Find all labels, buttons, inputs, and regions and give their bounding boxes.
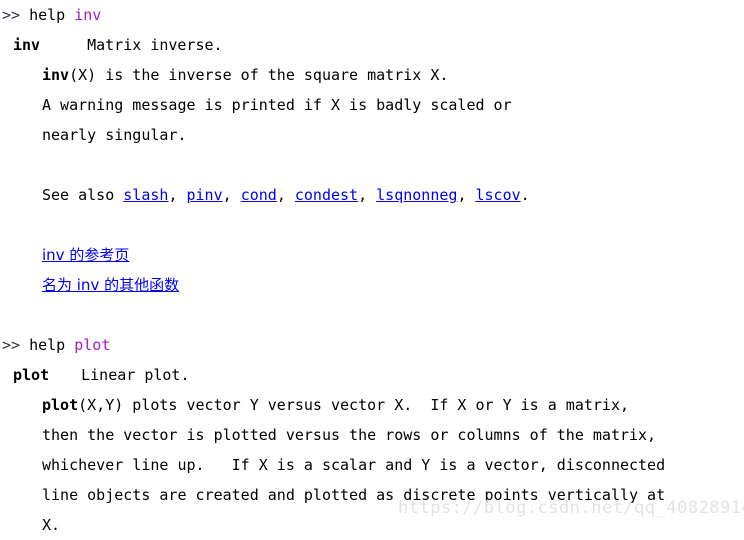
- see-also-link-cond[interactable]: cond: [241, 186, 277, 204]
- matlab-help-console: >> help inv inv Matrix inverse. inv(X) is…: [0, 0, 744, 537]
- function-summary: Linear plot.: [81, 366, 190, 384]
- see-also-link-lsqnonneg[interactable]: lsqnonneg: [376, 186, 457, 204]
- see-also-separator: ,: [222, 186, 241, 204]
- see-also-line: See also slash, pinv, cond, condest, lsq…: [0, 180, 744, 210]
- see-also-terminator: .: [520, 186, 530, 204]
- help-body-text: (X,Y) plots vector Y versus vector X. If…: [78, 396, 630, 414]
- help-body-text: nearly singular.: [42, 126, 187, 144]
- see-also-link-pinv[interactable]: pinv: [187, 186, 223, 204]
- function-heading-plot: plot Linear plot.: [0, 360, 744, 390]
- help-body-text: A warning message is printed if X is bad…: [42, 96, 512, 114]
- doc-other-functions-link[interactable]: 名为 inv 的其他函数: [42, 276, 179, 294]
- help-body-line: inv(X) is the inverse of the square matr…: [0, 60, 744, 90]
- command-line-plot[interactable]: >> help plot: [0, 330, 744, 360]
- see-also-link-slash[interactable]: slash: [123, 186, 168, 204]
- command-keyword: help: [29, 6, 66, 24]
- help-body-text: (X) is the inverse of the square matrix …: [69, 66, 449, 84]
- see-also-separator: ,: [276, 186, 295, 204]
- function-name: inv: [13, 36, 41, 54]
- help-body-line: whichever line up. If X is a scalar and …: [0, 450, 744, 480]
- prompt-symbol: >>: [2, 336, 21, 354]
- see-also-separator: ,: [358, 186, 377, 204]
- inline-function-name: plot: [42, 396, 79, 414]
- help-body-line: then the vector is plotted versus the ro…: [0, 420, 744, 450]
- help-body-line: A warning message is printed if X is bad…: [0, 90, 744, 120]
- function-heading-inv: inv Matrix inverse.: [0, 30, 744, 60]
- inline-function-name: inv: [42, 66, 70, 84]
- prompt-symbol: >>: [2, 6, 21, 24]
- function-summary: Matrix inverse.: [87, 36, 223, 54]
- see-also-link-lscov[interactable]: lscov: [476, 186, 521, 204]
- help-body-text: whichever line up. If X is a scalar and …: [42, 456, 666, 474]
- help-body-line: nearly singular.: [0, 120, 744, 150]
- help-body-line: plot(X,Y) plots vector Y versus vector X…: [0, 390, 744, 420]
- command-argument: plot: [74, 336, 111, 354]
- see-also-separator: ,: [168, 186, 187, 204]
- doc-reference-page-link[interactable]: inv 的参考页: [42, 246, 129, 264]
- help-body-text: X.: [42, 516, 61, 534]
- see-also-separator: ,: [457, 186, 476, 204]
- see-also-link-condest[interactable]: condest: [295, 186, 358, 204]
- function-name: plot: [13, 366, 50, 384]
- command-line-inv[interactable]: >> help inv: [0, 0, 744, 30]
- doc-link-line: 名为 inv 的其他函数: [0, 270, 744, 300]
- help-body-text: then the vector is plotted versus the ro…: [42, 426, 657, 444]
- doc-link-line: inv 的参考页: [0, 240, 744, 270]
- command-argument: inv: [74, 6, 102, 24]
- watermark-text: https://blog.csdn.net/qq_40828914: [398, 498, 744, 518]
- command-keyword: help: [29, 336, 66, 354]
- see-also-label: See also: [42, 186, 124, 204]
